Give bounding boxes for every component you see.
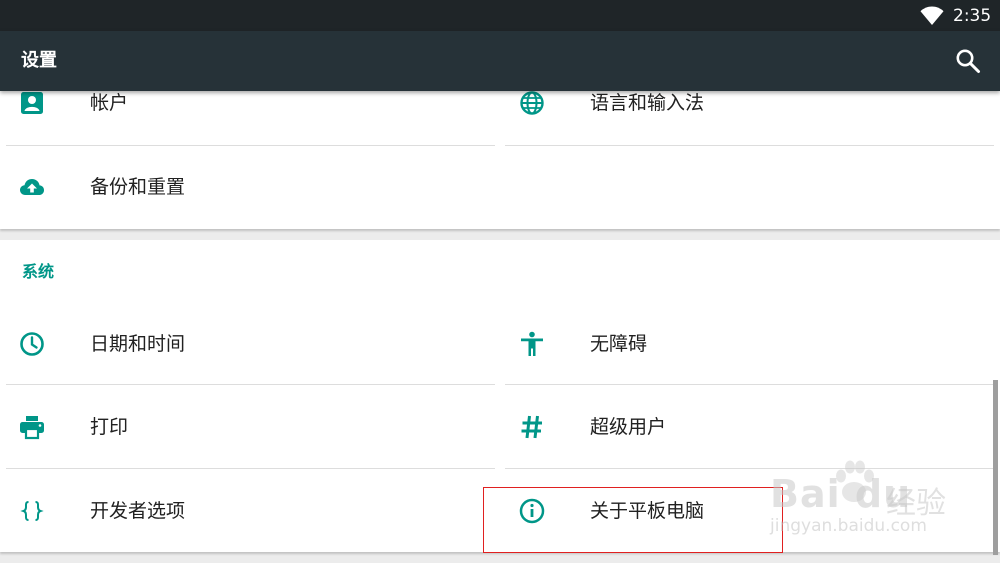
settings-item-label: 语言和输入法 [590, 92, 705, 114]
scrollbar[interactable] [993, 380, 998, 555]
settings-item-superuser[interactable]: 超级用户 [0, 385, 1000, 468]
wifi-icon [920, 6, 944, 26]
cloud-upload-icon [18, 173, 46, 201]
app-toolbar: 设置 [0, 31, 1000, 91]
section-header-system: 系统 [22, 262, 55, 281]
hash-icon [518, 413, 546, 441]
settings-item-label: 关于平板电脑 [590, 500, 705, 522]
search-icon[interactable] [955, 48, 981, 74]
globe-icon [518, 89, 546, 117]
accessibility-icon [518, 330, 546, 358]
status-bar: 2:35 [0, 0, 1000, 31]
personal-settings-card: 帐户 语言和输入法 备份和重置 [0, 91, 1000, 229]
settings-item-about-tablet[interactable]: 关于平板电脑 [0, 469, 1000, 552]
settings-item-label: 备份和重置 [90, 176, 186, 198]
info-icon [518, 497, 546, 525]
status-time: 2:35 [953, 6, 992, 26]
settings-item-backup-reset[interactable]: 备份和重置 [0, 145, 490, 228]
page-title: 设置 [21, 50, 57, 71]
settings-item-accessibility[interactable]: 无障碍 [0, 302, 1000, 385]
divider [505, 145, 994, 146]
system-settings-card: 系统 日期和时间 无障碍 打印 超级用户 开发者选项 关于平板电脑 [0, 240, 1000, 552]
settings-item-label: 超级用户 [590, 416, 667, 438]
settings-item-label: 无障碍 [590, 333, 648, 355]
